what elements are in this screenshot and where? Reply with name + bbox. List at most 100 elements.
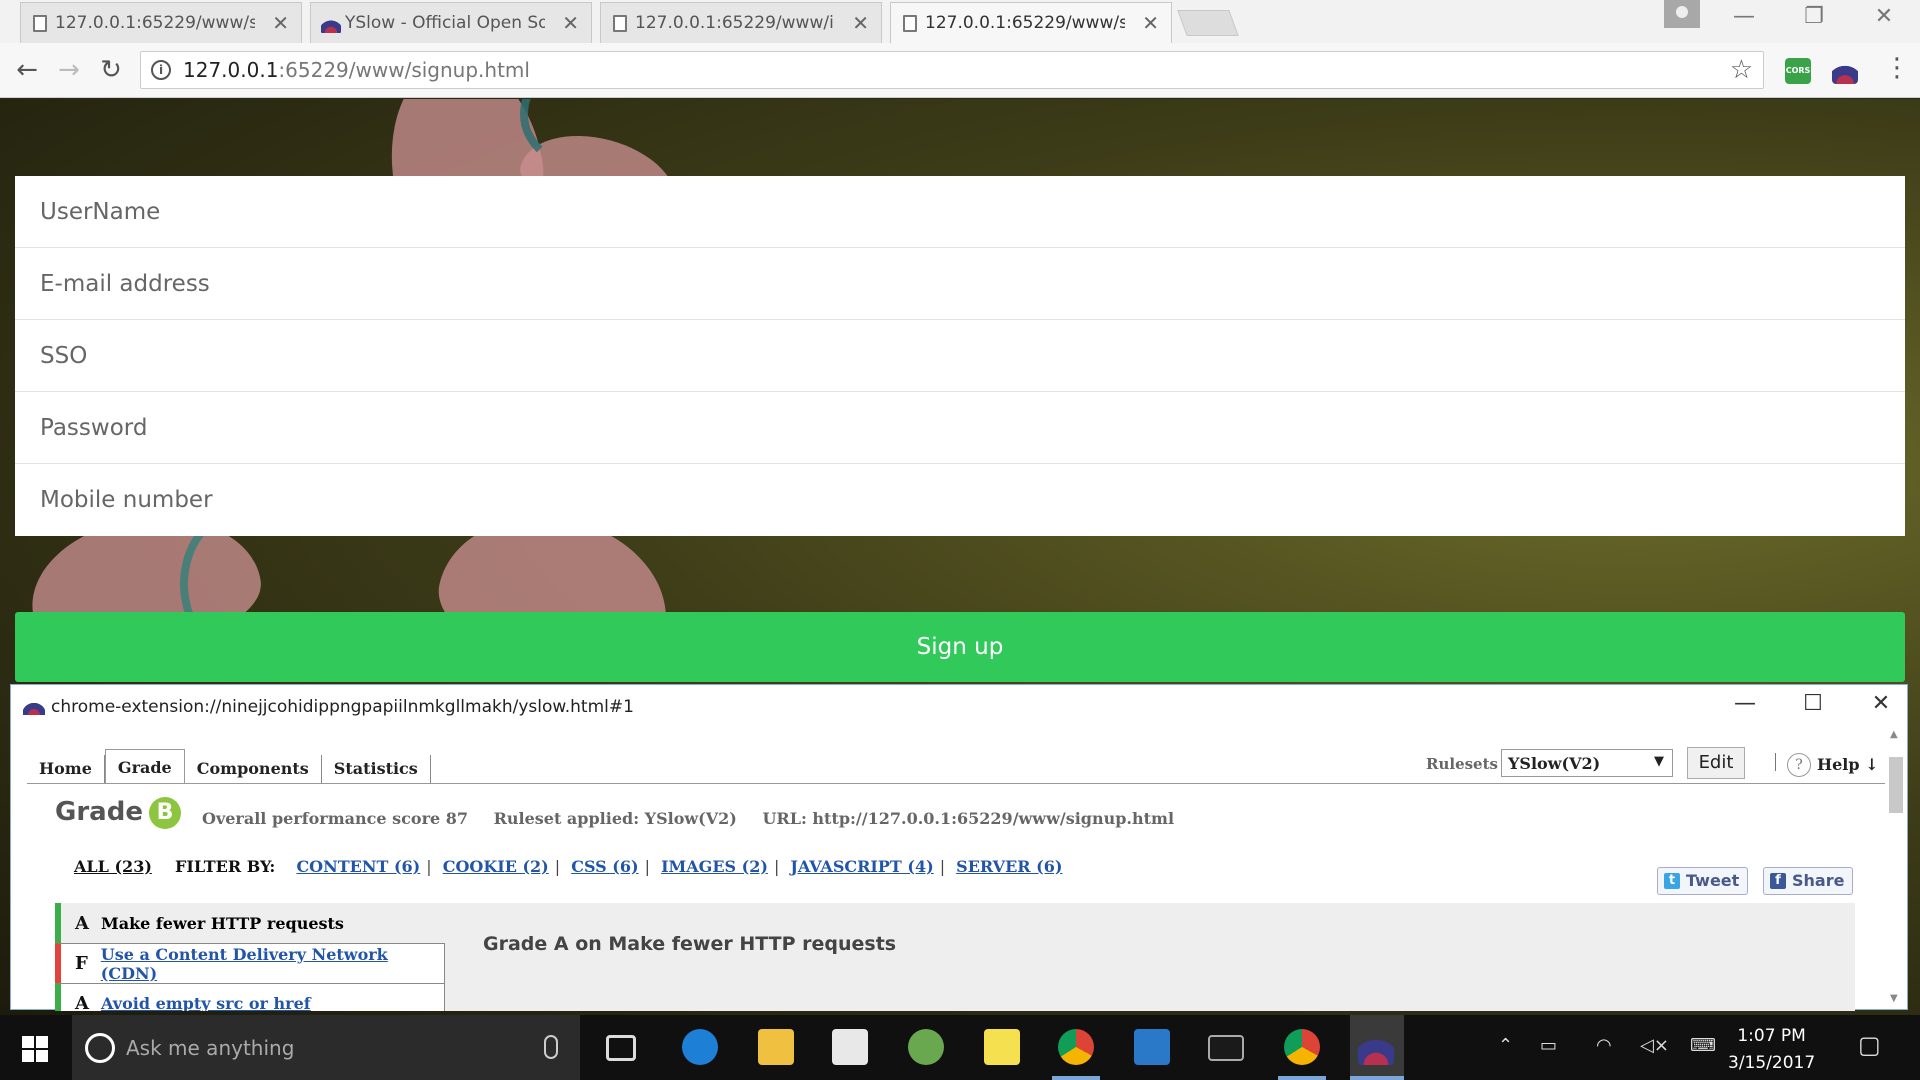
username-field[interactable]: UserName: [15, 176, 1905, 248]
scrollbar-thumb[interactable]: [1889, 757, 1903, 813]
ruleset-select[interactable]: YSlow(V2) ▼: [1501, 749, 1673, 777]
browser-tab-strip: 127.0.0.1:65229/www/sig ✕ YSlow - Offici…: [0, 0, 1920, 43]
chrome-icon[interactable]: [1284, 1029, 1320, 1065]
rule-item[interactable]: F Use a Content Delivery Network (CDN): [55, 943, 445, 983]
browser-tab[interactable]: YSlow - Official Open So ✕: [310, 2, 592, 43]
address-bar[interactable]: i 127.0.0.1:65229/www/signup.html ☆: [140, 51, 1764, 89]
browser-menu-icon[interactable]: ⋮: [1884, 53, 1910, 83]
battery-icon[interactable]: ▭: [1540, 1035, 1557, 1056]
keyboard-icon[interactable]: ⌨: [1690, 1035, 1716, 1056]
scroll-up-icon[interactable]: ▲: [1890, 729, 1898, 740]
maximize-icon[interactable]: ☐: [1795, 691, 1831, 716]
bookmark-star-icon[interactable]: ☆: [1730, 55, 1753, 85]
mobile-number-field[interactable]: Mobile number: [15, 464, 1905, 536]
tab-title: YSlow - Official Open So: [345, 13, 545, 33]
browser-tab[interactable]: 127.0.0.1:65229/www/sig ✕: [20, 2, 302, 43]
app-icon[interactable]: [1134, 1029, 1170, 1065]
minimize-icon[interactable]: —: [1724, 4, 1764, 29]
show-hidden-icons-icon[interactable]: ⌃: [1498, 1035, 1513, 1056]
file-explorer-icon[interactable]: [758, 1029, 794, 1065]
help-link[interactable]: Help ↓: [1817, 755, 1879, 774]
rule-detail-heading: Grade A on Make fewer HTTP requests: [483, 933, 897, 955]
back-icon[interactable]: ←: [12, 55, 42, 85]
dropdown-arrow-icon: ▼: [1654, 754, 1664, 769]
new-tab-button[interactable]: [1177, 10, 1239, 36]
share-label: Share: [1792, 871, 1845, 890]
running-indicator: [1052, 1076, 1100, 1080]
tweet-button[interactable]: t Tweet: [1657, 867, 1749, 895]
popup-scrollbar[interactable]: ▲ ▼: [1887, 729, 1905, 1009]
rule-item-selected[interactable]: A Make fewer HTTP requests: [55, 903, 445, 943]
rule-link[interactable]: Avoid empty src or href: [101, 994, 311, 1011]
rule-link[interactable]: Use a Content Delivery Network (CDN): [101, 945, 444, 983]
sso-field[interactable]: SSO: [15, 320, 1905, 392]
action-center-icon[interactable]: ▢: [1858, 1031, 1881, 1059]
system-clock[interactable]: 1:07 PM 3/15/2017: [1728, 1023, 1815, 1077]
restore-icon[interactable]: ❐: [1794, 4, 1834, 29]
rule-item[interactable]: A Avoid empty src or href: [55, 983, 445, 1011]
windows-start-icon[interactable]: [22, 1036, 48, 1062]
filter-javascript[interactable]: JAVASCRIPT (4): [790, 857, 933, 876]
filter-images[interactable]: IMAGES (2): [661, 857, 768, 876]
page-icon: [903, 15, 917, 32]
share-button[interactable]: f Share: [1763, 867, 1854, 895]
tab-statistics[interactable]: Statistics: [322, 755, 431, 783]
filter-all[interactable]: ALL (23): [74, 857, 152, 876]
page-icon: [33, 15, 47, 32]
rule-grade: F: [75, 953, 88, 974]
close-tab-icon[interactable]: ✕: [562, 11, 579, 35]
tab-grade[interactable]: Grade: [104, 749, 185, 784]
grade-badge: B: [149, 797, 181, 829]
info-icon[interactable]: i: [151, 60, 171, 80]
profile-icon[interactable]: [1664, 0, 1700, 28]
browser-tab[interactable]: 127.0.0.1:65229/www/inc ✕: [600, 2, 882, 43]
close-tab-icon[interactable]: ✕: [852, 11, 869, 35]
close-tab-icon[interactable]: ✕: [1142, 11, 1159, 35]
password-field[interactable]: Password: [15, 392, 1905, 464]
rule-grade: A: [75, 912, 89, 934]
edge-icon[interactable]: [682, 1029, 718, 1065]
facebook-icon: f: [1770, 873, 1786, 889]
rulesets-label: Rulesets: [1426, 755, 1498, 773]
yslow-extension-icon[interactable]: [1832, 58, 1858, 84]
filter-cookie[interactable]: COOKIE (2): [443, 857, 549, 876]
sticky-notes-icon[interactable]: [984, 1029, 1020, 1065]
browser-tab-active[interactable]: 127.0.0.1:65229/www/sig ✕: [890, 2, 1172, 43]
close-tab-icon[interactable]: ✕: [272, 11, 289, 35]
terminal-icon[interactable]: [1208, 1035, 1244, 1061]
grade-summary: Overall performance score 87 Ruleset app…: [202, 809, 1194, 828]
close-icon[interactable]: ✕: [1863, 691, 1899, 716]
android-studio-icon[interactable]: [908, 1029, 944, 1065]
email-field[interactable]: E-mail address: [15, 248, 1905, 320]
wifi-icon[interactable]: ◠: [1596, 1035, 1612, 1056]
microphone-icon[interactable]: [544, 1035, 558, 1059]
chrome-icon[interactable]: [1058, 1029, 1094, 1065]
forward-icon[interactable]: →: [54, 55, 84, 85]
rule-grade: A: [75, 993, 89, 1011]
cortana-search-box[interactable]: Ask me anything: [72, 1015, 580, 1080]
twitter-icon: t: [1664, 873, 1680, 889]
edit-ruleset-button[interactable]: Edit: [1687, 747, 1745, 779]
yslow-icon: [23, 699, 45, 715]
task-view-icon[interactable]: [606, 1035, 636, 1061]
scroll-down-icon[interactable]: ▼: [1890, 993, 1898, 1004]
store-icon[interactable]: [832, 1029, 868, 1065]
cors-extension-icon[interactable]: CORS: [1785, 58, 1811, 84]
tab-home[interactable]: Home: [27, 755, 105, 783]
minimize-icon[interactable]: —: [1727, 691, 1763, 716]
tab-components[interactable]: Components: [185, 755, 322, 783]
reload-icon[interactable]: ↻: [96, 55, 126, 85]
filter-server[interactable]: SERVER (6): [956, 857, 1062, 876]
close-window-icon[interactable]: ✕: [1864, 4, 1904, 29]
divider: [1775, 753, 1776, 771]
page-icon: [613, 15, 627, 32]
filter-content[interactable]: CONTENT (6): [296, 857, 420, 876]
yslow-popup-window: chrome-extension://ninejjcohidippngpapii…: [10, 684, 1908, 1011]
help-icon[interactable]: ?: [1787, 753, 1811, 777]
volume-muted-icon[interactable]: ◁×: [1640, 1035, 1669, 1056]
filter-css[interactable]: CSS (6): [571, 857, 638, 876]
tab-title: 127.0.0.1:65229/www/sig: [55, 13, 255, 33]
signup-button[interactable]: Sign up: [15, 612, 1905, 682]
yslow-icon[interactable]: [1358, 1029, 1394, 1065]
results-panel: A Make fewer HTTP requests F Use a Conte…: [55, 903, 1855, 1011]
